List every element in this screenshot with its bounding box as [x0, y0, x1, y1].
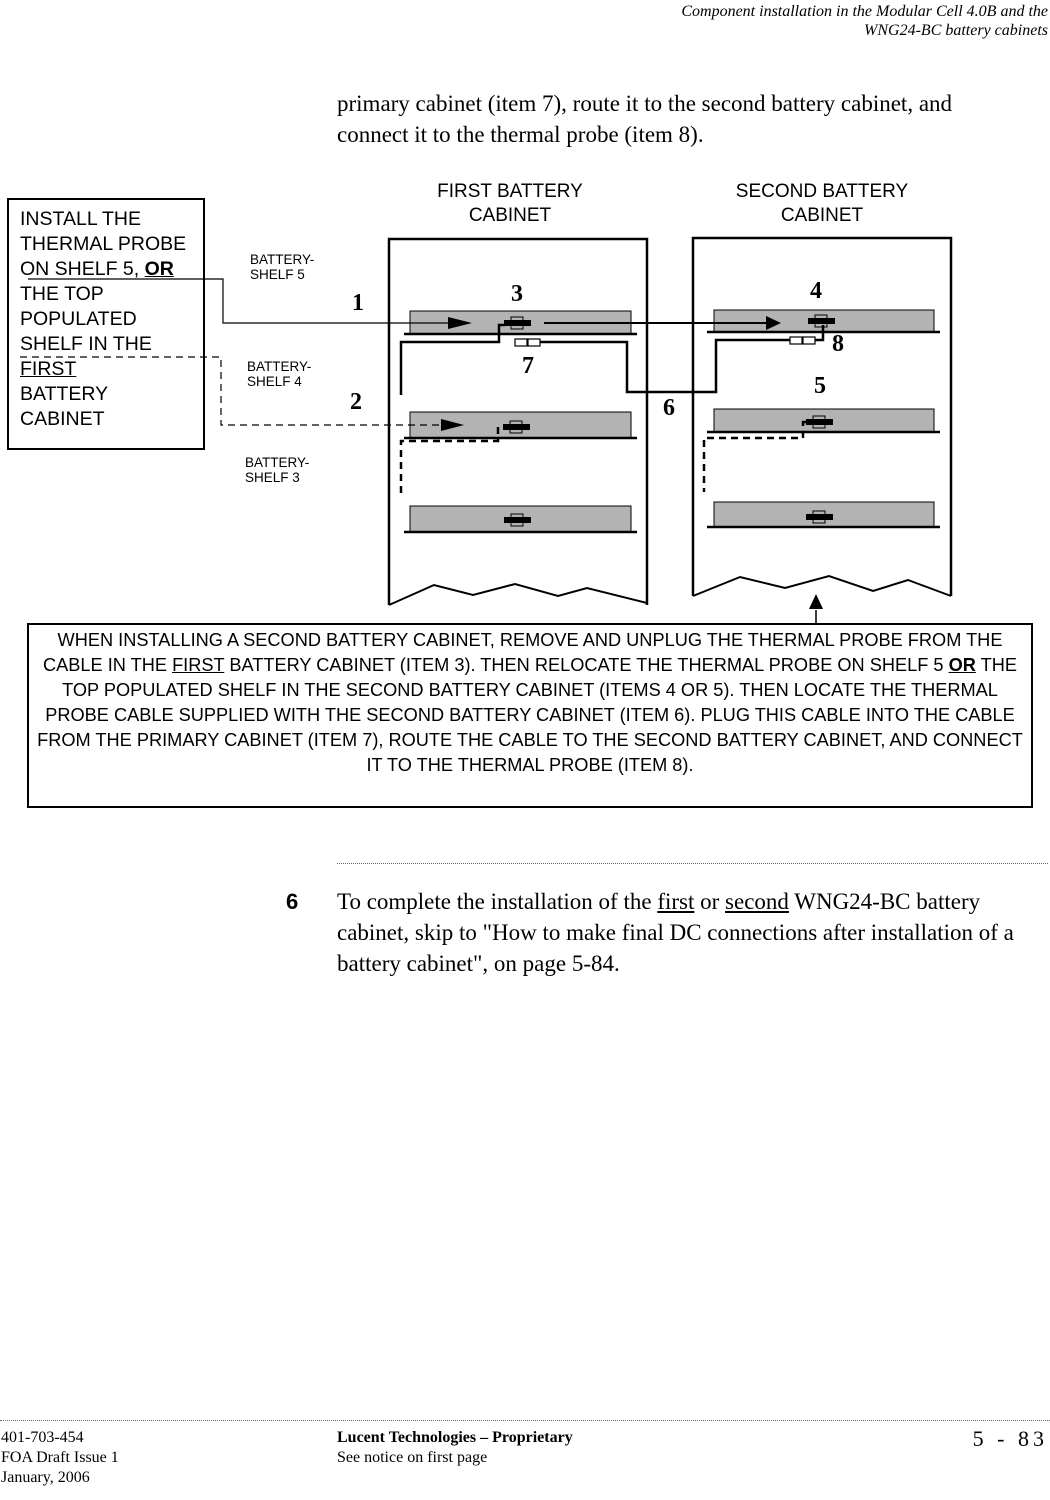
install-line: ON SHELF 5, OR	[20, 257, 203, 282]
footer-date: January, 2006	[1, 1469, 90, 1486]
install-line: SHELF IN THE	[20, 333, 152, 355]
shelf-label-5-line-1: BATTERY-	[250, 252, 315, 267]
install-line: THERMAL PROBE	[20, 233, 187, 255]
second-cabinet-title: SECOND BATTERY CABINET	[722, 180, 922, 228]
footer-proprietary: Lucent Technologies – Proprietary See no…	[337, 1428, 573, 1468]
cable-connector-item-8	[789, 336, 816, 345]
shelf-label-4-line-1: BATTERY-	[247, 359, 312, 374]
shelf-label-3-line-1: BATTERY-	[245, 455, 310, 470]
first-cabinet-title-line-1: FIRST BATTERY	[437, 181, 583, 202]
shelf-label-5: BATTERY- SHELF 5	[250, 252, 314, 282]
footer-issue: FOA Draft Issue 1	[1, 1449, 119, 1466]
install-line: BATTERY	[20, 383, 109, 405]
install-or-emphasis: OR	[144, 258, 174, 280]
second-cabinet-title-line-1: SECOND BATTERY	[735, 181, 909, 202]
arrow-up-icon	[809, 594, 823, 609]
first-cabinet-break-line	[388, 582, 648, 606]
cable-item-7	[399, 323, 693, 395]
install-line: CABINET	[20, 408, 105, 430]
item-number-7: 7	[522, 353, 534, 379]
install-instruction-box: INSTALL THE THERMAL PROBE ON SHELF 5, OR…	[7, 198, 205, 450]
footer-doc-number: 401-703-454	[1, 1429, 84, 1446]
shelf-label-4: BATTERY- SHELF 4	[247, 359, 311, 389]
step-text-part: or	[694, 889, 726, 914]
footer-company: Lucent Technologies – Proprietary	[337, 1429, 573, 1446]
step-separator	[337, 863, 1048, 864]
step-second-emphasis: second	[725, 889, 789, 914]
step-text-part: To complete the installation of the	[337, 889, 658, 914]
second-cabinet-break-line	[692, 574, 952, 597]
shelf-label-5-line-2: SHELF 5	[250, 267, 305, 282]
install-line-text: ON SHELF 5,	[20, 258, 145, 280]
install-line: THE TOP	[20, 283, 104, 305]
install-first-emphasis: FIRST	[20, 358, 77, 380]
footer-separator	[0, 1420, 1050, 1421]
item-number-2: 2	[350, 389, 362, 415]
footer-notice: See notice on first page	[337, 1449, 488, 1466]
first-cabinet-title-line-2: CABINET	[468, 205, 552, 226]
note-text: BATTERY CABINET (ITEM 3). THEN RELOCATE …	[224, 655, 949, 675]
shelf-label-3: BATTERY- SHELF 3	[245, 455, 309, 485]
item-number-5: 5	[814, 373, 826, 399]
footer-doc-info: 401-703-454 FOA Draft Issue 1 January, 2…	[1, 1428, 119, 1488]
item-number-1: 1	[352, 290, 364, 316]
install-line: INSTALL THE	[20, 208, 142, 230]
relocation-note-box: WHEN INSTALLING A SECOND BATTERY CABINET…	[27, 623, 1033, 808]
step-first-emphasis: first	[657, 889, 695, 914]
step-text: To complete the installation of the firs…	[337, 886, 1049, 979]
shelf-label-3-line-2: SHELF 3	[245, 470, 300, 485]
step-number: 6	[286, 889, 299, 914]
item-number-3: 3	[511, 281, 523, 307]
first-cabinet-title: FIRST BATTERY CABINET	[420, 180, 600, 228]
shelf-label-4-line-2: SHELF 4	[247, 374, 302, 389]
install-line: POPULATED	[20, 308, 137, 330]
footer-page-number: 5 - 83	[972, 1426, 1048, 1451]
install-line: FIRST	[20, 357, 203, 382]
cable-connector-item-7	[514, 338, 541, 347]
item-number-6: 6	[663, 395, 675, 421]
note-first-emphasis: FIRST	[172, 655, 225, 675]
cable-item-6	[693, 325, 825, 394]
item-number-8: 8	[832, 331, 844, 357]
item-number-4: 4	[810, 278, 822, 304]
note-or-emphasis: OR	[948, 655, 976, 675]
second-cabinet-title-line-2: CABINET	[780, 205, 864, 226]
